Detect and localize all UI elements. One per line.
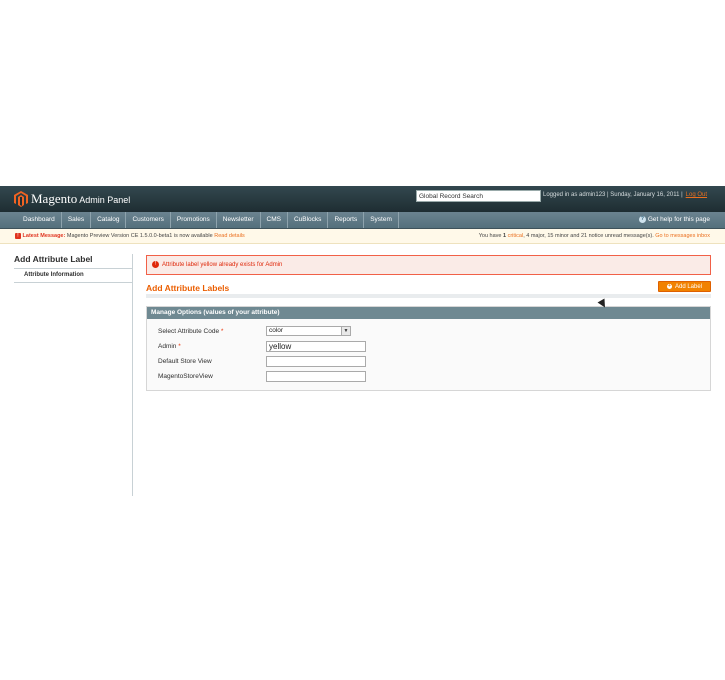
help-link[interactable]: ? Get help for this page (638, 216, 710, 223)
sidebar-divider (132, 254, 133, 496)
nav-item-catalog[interactable]: Catalog (91, 212, 127, 228)
read-details-link[interactable]: Read details (214, 233, 245, 239)
add-label-text: Add Label (674, 284, 703, 290)
nav-item-newsletter[interactable]: Newsletter (217, 212, 261, 228)
plus-icon: + (666, 282, 672, 289)
row-default-store: Default Store View (158, 356, 698, 368)
critical-link[interactable]: critical (508, 233, 524, 239)
messages-inbox-link[interactable]: Go to messages inbox (655, 233, 710, 239)
title-divider (146, 294, 711, 298)
nav-item-reports[interactable]: Reports (328, 212, 365, 228)
select-attribute-label: Select Attribute Code * (158, 328, 224, 335)
nav-item-dashboard[interactable]: Dashboard (17, 212, 62, 228)
default-store-label: Default Store View (158, 358, 212, 365)
attribute-code-select[interactable]: color ▼ (266, 326, 351, 336)
user-info: Logged in as admin123 | Sunday, January … (543, 192, 707, 198)
row-select-attribute: Select Attribute Code * color ▼ (158, 326, 698, 338)
admin-label: Admin * (158, 343, 181, 350)
nav-item-sales[interactable]: Sales (62, 212, 92, 228)
header-bar: MagentoAdmin Panel Logged in as admin123… (0, 186, 725, 212)
summary-rest: , 4 major, 15 minor and 21 notice unread… (523, 233, 654, 239)
latest-message: ! Latest Message: Magento Preview Versio… (15, 229, 245, 243)
help-icon: ? (638, 216, 646, 223)
alert-icon: ! (15, 232, 21, 239)
nav-item-cms[interactable]: CMS (261, 212, 288, 228)
sidebar-title: Add Attribute Label (14, 254, 93, 264)
global-search-input[interactable] (416, 190, 541, 202)
sidebar: Add Attribute Label Attribute Informatio… (14, 254, 132, 283)
main-nav: Dashboard Sales Catalog Customers Promot… (0, 212, 725, 229)
critical-count: 1 (503, 233, 507, 239)
fieldset-title: Manage Options (values of your attribute… (147, 307, 710, 319)
message-summary: You have 1 critical, 4 major, 15 minor a… (479, 229, 710, 243)
attribute-code-value: color (269, 327, 284, 334)
nav-item-system[interactable]: System (364, 212, 399, 228)
select-attribute-label-text: Select Attribute Code (158, 328, 220, 335)
error-icon: ! (152, 260, 159, 268)
nav-item-customers[interactable]: Customers (126, 212, 171, 228)
nav-item-promotions[interactable]: Promotions (171, 212, 217, 228)
help-label: Get help for this page (647, 216, 710, 223)
magento-store-field[interactable] (266, 371, 366, 382)
tab-attribute-information[interactable]: Attribute Information (14, 268, 132, 283)
brand-subtitle: Admin Panel (79, 195, 131, 205)
magento-store-label: MagentoStoreView (158, 373, 213, 380)
magento-logo-icon (14, 191, 28, 207)
chevron-down-icon: ▼ (341, 327, 350, 335)
page-title: Add Attribute Labels (146, 283, 230, 293)
admin-label-text: Admin (158, 343, 177, 350)
nav-item-cublocks[interactable]: CuBlocks (288, 212, 329, 228)
add-label-button[interactable]: + Add Label (658, 281, 711, 292)
latest-message-text: Magento Preview Version CE 1.5.0.0-beta1… (66, 233, 213, 239)
summary-prefix: You have (478, 233, 502, 239)
logout-link[interactable]: Log Out (686, 192, 707, 198)
admin-page: MagentoAdmin Panel Logged in as admin123… (0, 186, 725, 496)
user-info-text: Logged in as admin123 | Sunday, January … (543, 192, 683, 198)
magento-logo[interactable]: Magento Admin Panel (14, 191, 130, 207)
nav-items: Dashboard Sales Catalog Customers Promot… (17, 212, 399, 228)
manage-options-fieldset: Manage Options (values of your attribute… (146, 306, 711, 391)
row-magento-store: MagentoStoreView (158, 371, 698, 383)
latest-message-label: Latest Message: (22, 233, 66, 239)
brand-name: Magento (31, 191, 78, 206)
error-message: ! Attribute label yellow already exists f… (146, 255, 711, 275)
default-store-field[interactable] (266, 356, 366, 367)
error-text: Attribute label yellow already exists fo… (162, 262, 283, 268)
message-bar: ! Latest Message: Magento Preview Versio… (0, 229, 725, 244)
row-admin: Admin * (158, 341, 698, 353)
admin-field[interactable] (266, 341, 366, 352)
